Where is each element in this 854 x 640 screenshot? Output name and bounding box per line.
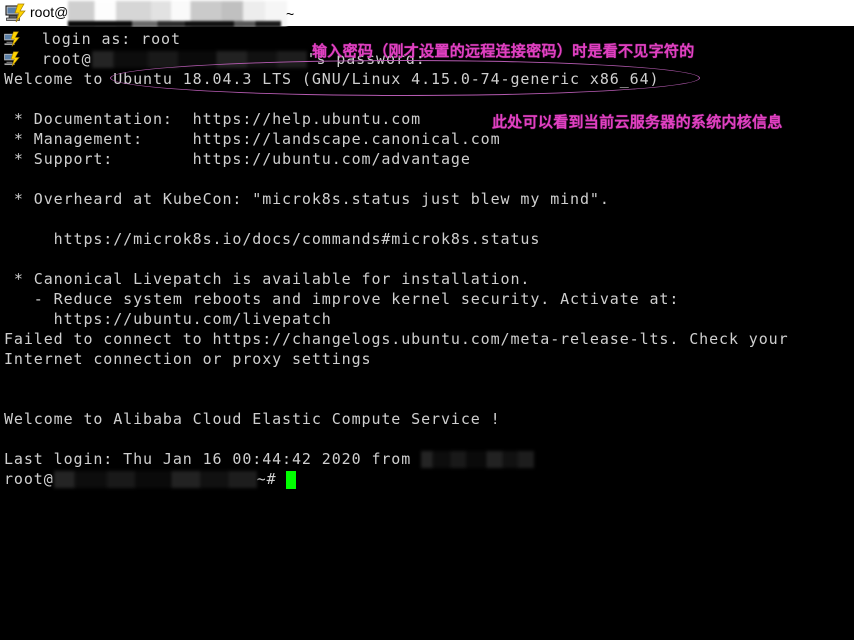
terminal-line: * Canonical Livepatch is available for i… bbox=[4, 270, 531, 288]
redacted-hostname bbox=[53, 471, 257, 488]
redacted-source-ip bbox=[421, 451, 535, 468]
putty-computer-icon bbox=[3, 31, 20, 48]
terminal-line: - Reduce system reboots and improve kern… bbox=[4, 290, 680, 308]
terminal-line-alibaba-welcome: Welcome to Alibaba Cloud Elastic Compute… bbox=[4, 410, 501, 428]
annotation-kernel-info: 此处可以看到当前云服务器的系统内核信息 bbox=[492, 113, 783, 131]
terminal-line: login as: root bbox=[22, 30, 181, 48]
window-title-suffix: ~ bbox=[286, 6, 295, 22]
terminal-cursor[interactable] bbox=[286, 470, 297, 489]
annotation-password-hint: 输入密码（刚才设置的远程连接密码）时是看不见字符的 bbox=[312, 42, 695, 60]
terminal-line: https://microk8s.io/docs/commands#microk… bbox=[4, 230, 541, 248]
window-title-bar: root@ ~ bbox=[0, 0, 854, 27]
terminal-line-prefix: root@ bbox=[22, 50, 92, 68]
shell-prompt-line[interactable]: root@ ~# bbox=[4, 469, 297, 489]
terminal-line-kernel-version: Welcome to Ubuntu 18.04.3 LTS (GNU/Linux… bbox=[4, 70, 660, 88]
terminal-line: * Management: https://landscape.canonica… bbox=[4, 130, 501, 148]
terminal-line-prefix: Last login: Thu Jan 16 00:44:42 2020 fro… bbox=[4, 450, 422, 468]
terminal-line: Failed to connect to https://changelogs.… bbox=[4, 330, 789, 348]
prompt-suffix: ~# bbox=[256, 470, 287, 488]
putty-computer-icon bbox=[3, 51, 20, 68]
terminal-line: * Documentation: https://help.ubuntu.com bbox=[4, 110, 422, 128]
redacted-hostname bbox=[91, 51, 307, 68]
prompt-user: root@ bbox=[4, 470, 54, 488]
putty-computer-icon bbox=[5, 3, 26, 24]
terminal-line: * Support: https://ubuntu.com/advantage bbox=[4, 150, 471, 168]
terminal-line-last-login: Last login: Thu Jan 16 00:44:42 2020 fro… bbox=[4, 449, 535, 469]
terminal-line: * Overheard at KubeCon: "microk8s.status… bbox=[4, 190, 610, 208]
window-title-prefix: root@ bbox=[30, 4, 69, 20]
terminal-line: https://ubuntu.com/livepatch bbox=[4, 310, 332, 328]
terminal-line: Internet connection or proxy settings bbox=[4, 350, 372, 368]
